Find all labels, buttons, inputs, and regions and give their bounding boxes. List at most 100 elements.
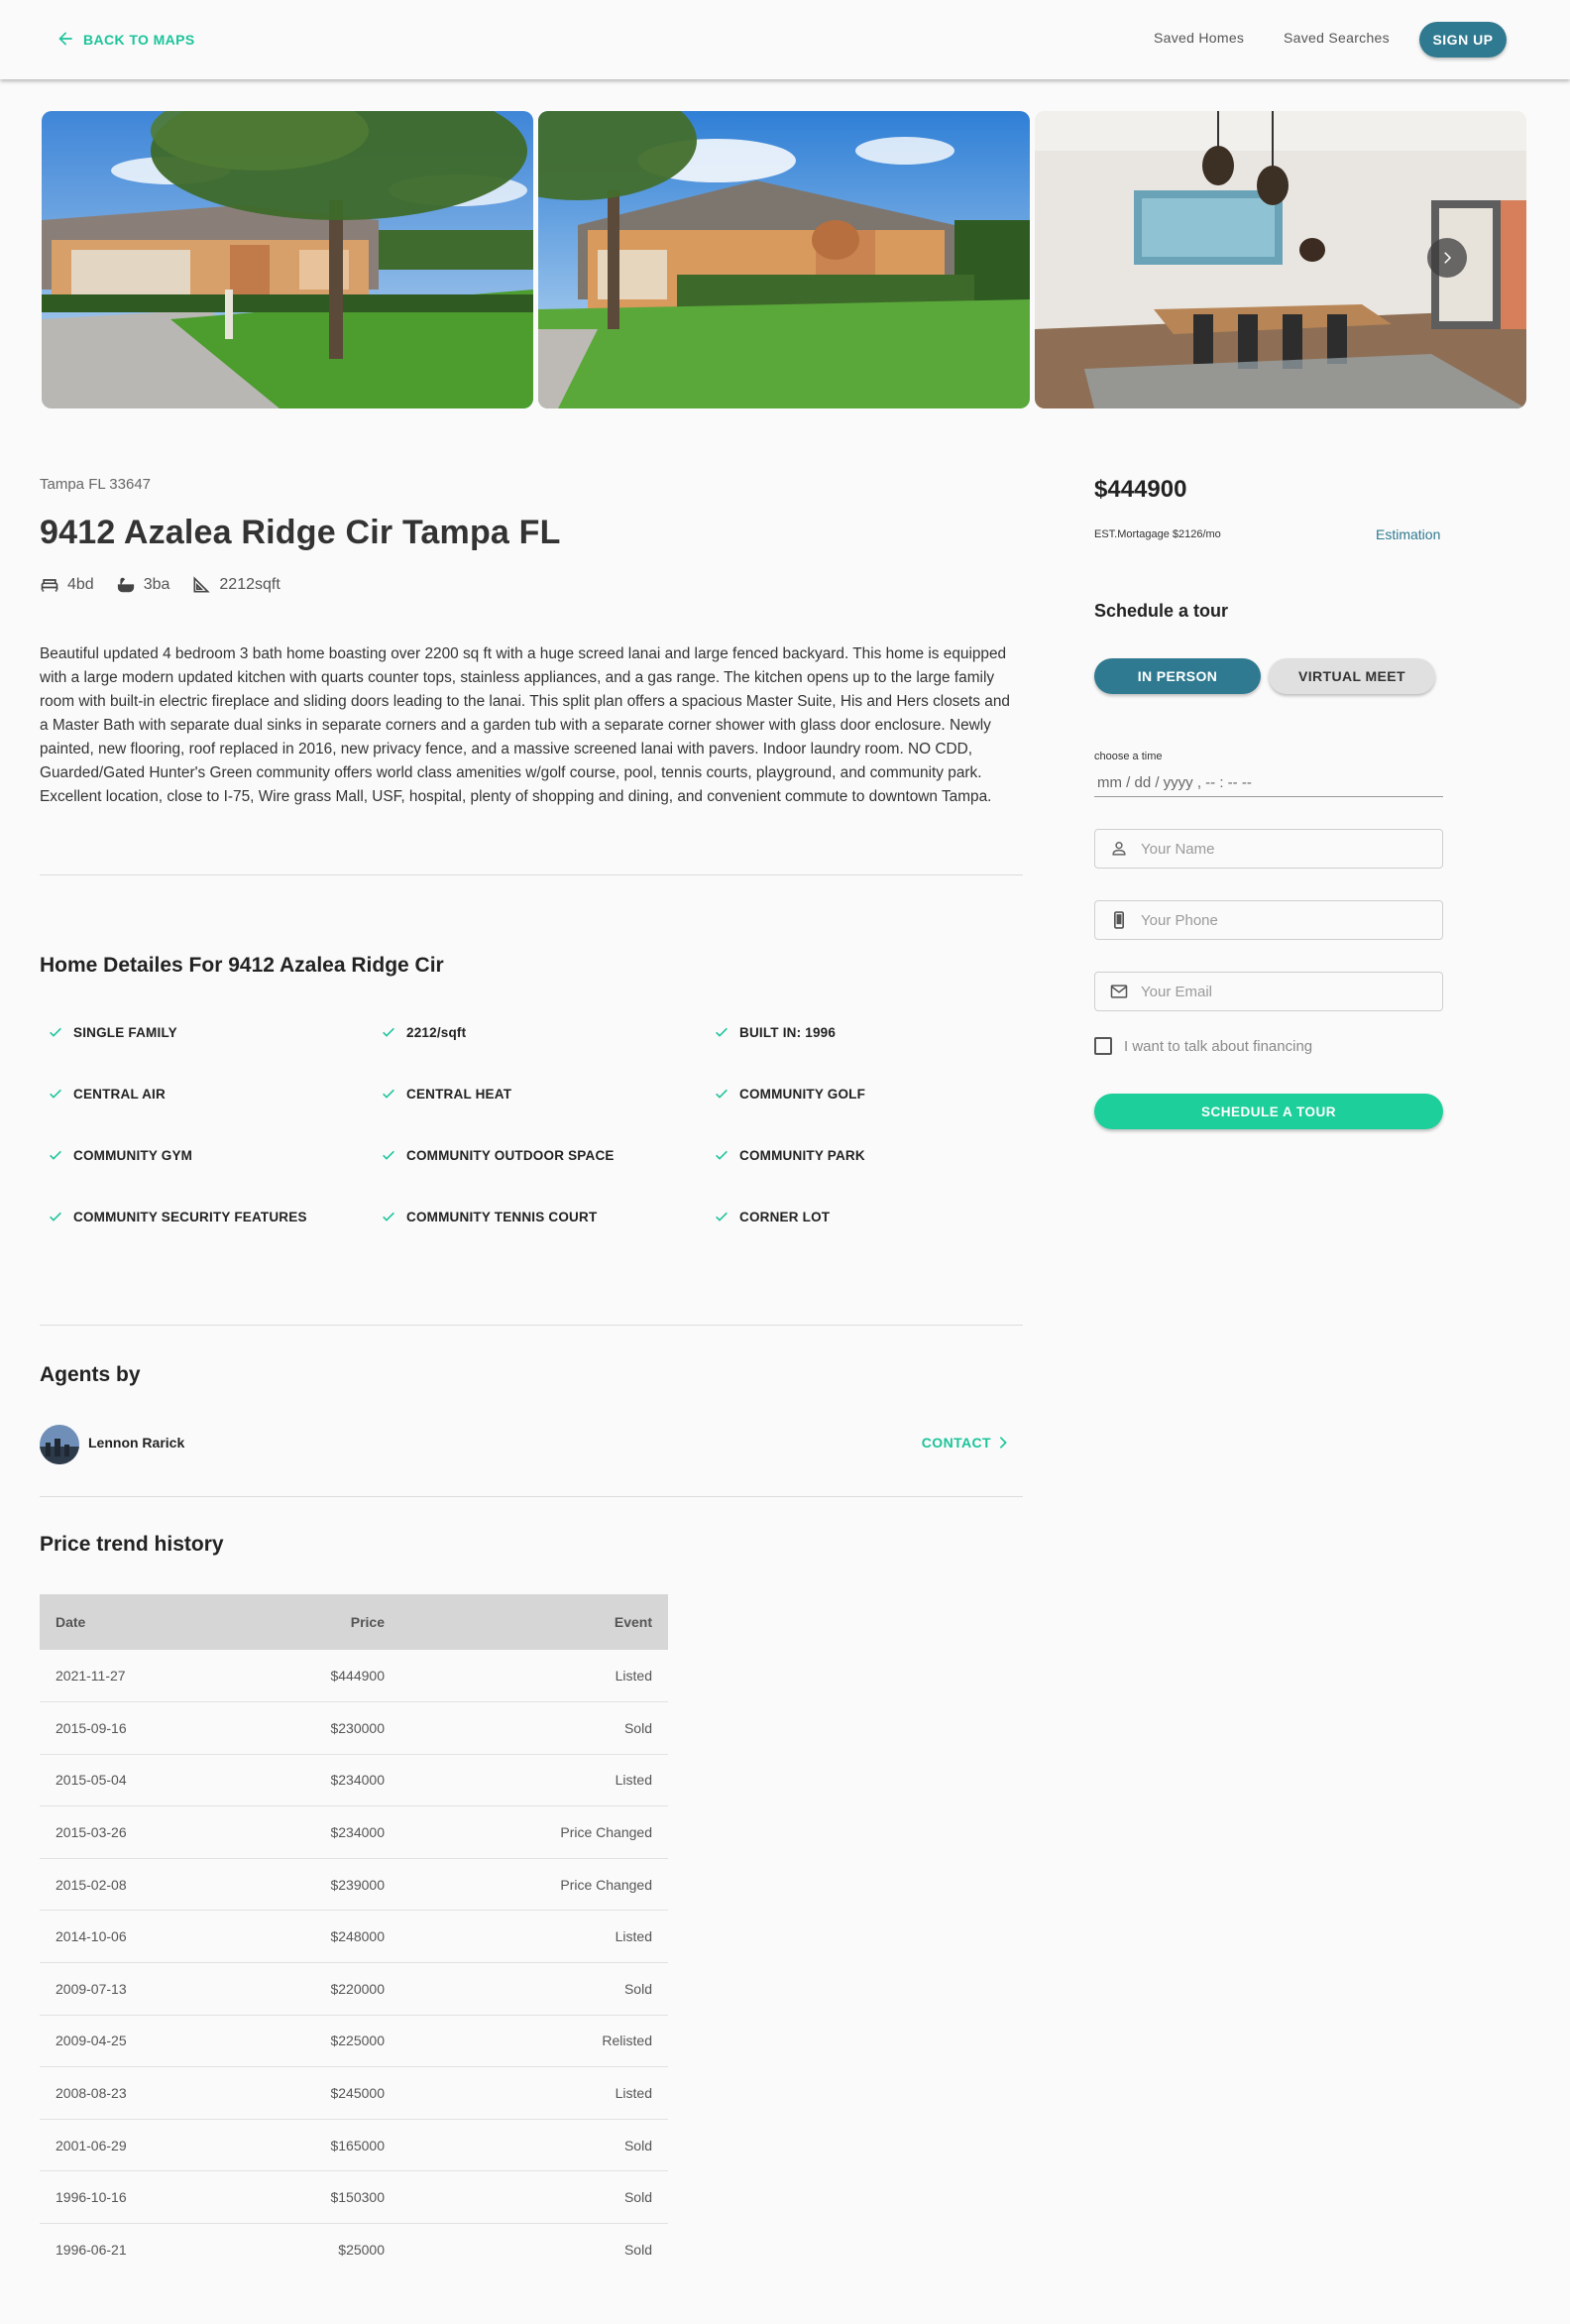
email-placeholder: Your Email (1141, 983, 1212, 1000)
financing-checkbox[interactable] (1094, 1037, 1112, 1055)
check-icon (381, 1147, 396, 1163)
divider (40, 874, 1023, 875)
phone-field[interactable]: Your Phone (1094, 900, 1443, 940)
table-row: 2009-04-25 $225000 Relisted (40, 2015, 668, 2067)
table-row: 1996-10-16 $150300 Sold (40, 2171, 668, 2224)
feature-item: CENTRAL HEAT (381, 1083, 714, 1104)
financing-option: I want to talk about financing (1094, 1037, 1312, 1055)
estimation-link[interactable]: Estimation (1376, 526, 1440, 542)
feature-item: CORNER LOT (714, 1206, 1047, 1227)
area-spec: 2212sqft (191, 575, 280, 595)
time-label: choose a time (1094, 751, 1163, 762)
nav-saved-homes[interactable]: Saved Homes (1154, 30, 1244, 46)
table-row: 2009-07-13 $220000 Sold (40, 1963, 668, 2016)
table-row: 2021-11-27 $444900 Listed (40, 1650, 668, 1702)
table-row: 2015-02-08 $239000 Price Changed (40, 1858, 668, 1911)
feature-label: COMMUNITY PARK (739, 1147, 865, 1163)
area-label: 2212sqft (219, 576, 280, 593)
contact-agent-link[interactable]: CONTACT (922, 1435, 1011, 1451)
virtual-meet-button[interactable]: VIRTUAL MEET (1269, 658, 1435, 694)
feature-item: 2212/sqft (381, 1021, 714, 1043)
financing-label: I want to talk about financing (1124, 1037, 1313, 1055)
history-price: $248000 (330, 1928, 385, 1945)
check-icon (381, 1209, 396, 1224)
gallery-next-button[interactable] (1427, 238, 1467, 278)
history-date: 1996-06-21 (56, 2242, 127, 2259)
agent-name: Lennon Rarick (88, 1435, 185, 1451)
history-date: 2015-03-26 (56, 1824, 127, 1841)
column-header-price: Price (350, 1614, 385, 1630)
datetime-input[interactable]: mm / dd / yyyy , -- : -- -- (1094, 769, 1443, 797)
nav-saved-searches[interactable]: Saved Searches (1284, 30, 1390, 46)
table-row: 2001-06-29 $165000 Sold (40, 2119, 668, 2171)
feature-label: SINGLE FAMILY (73, 1024, 177, 1040)
avatar (40, 1425, 79, 1464)
agent-row: Lennon Rarick CONTACT (40, 1423, 1023, 1464)
check-icon (714, 1147, 729, 1163)
history-price: $239000 (330, 1876, 385, 1893)
table-row: 2015-05-04 $234000 Listed (40, 1754, 668, 1806)
feature-item: COMMUNITY GYM (48, 1144, 381, 1166)
history-date: 2015-05-04 (56, 1772, 127, 1789)
check-icon (714, 1209, 729, 1224)
sign-up-button[interactable]: SIGN UP (1419, 22, 1507, 58)
price-history-table: Date Price Event 2021-11-27 $444900 Listed… (40, 1594, 668, 2275)
check-icon (714, 1086, 729, 1102)
bath-icon (116, 575, 136, 595)
feature-label: CENTRAL HEAT (406, 1086, 512, 1102)
history-price: $245000 (330, 2085, 385, 2102)
feature-item: COMMUNITY OUTDOOR SPACE (381, 1144, 714, 1166)
table-row: 2008-08-23 $245000 Listed (40, 2067, 668, 2120)
home-details-list: SINGLE FAMILY 2212/sqft BUILT IN: 1996 CENT… (48, 1021, 1039, 1227)
history-event: Sold (623, 1980, 652, 1997)
house-photo-side[interactable] (538, 111, 1030, 408)
person-icon (1109, 839, 1129, 859)
history-event: Listed (615, 1928, 652, 1945)
check-icon (48, 1209, 63, 1224)
price-history-title: Price trend history (40, 1533, 224, 1556)
history-date: 2009-07-13 (56, 1980, 127, 1997)
history-price: $234000 (330, 1772, 385, 1789)
history-event: Listed (615, 1772, 652, 1789)
feature-label: 2212/sqft (406, 1024, 467, 1040)
history-event: Relisted (602, 2033, 652, 2049)
ruler-icon (191, 575, 211, 595)
column-header-date: Date (56, 1614, 86, 1630)
house-photo-front[interactable] (42, 111, 533, 408)
estimated-mortgage: EST.Mortagage $2126/mo (1094, 528, 1221, 540)
back-to-maps-link[interactable]: BACK TO MAPS (56, 28, 195, 52)
schedule-tour-button[interactable]: SCHEDULE A TOUR (1094, 1094, 1443, 1129)
agents-title: Agents by (40, 1363, 141, 1386)
table-row: 2014-10-06 $248000 Listed (40, 1911, 668, 1963)
divider (40, 1325, 1023, 1326)
table-row: 2015-09-16 $230000 Sold (40, 1702, 668, 1755)
property-title: 9412 Azalea Ridge Cir Tampa FL (40, 514, 561, 551)
history-date: 2021-11-27 (56, 1668, 126, 1685)
history-date: 1996-10-16 (56, 2189, 127, 2206)
check-icon (381, 1024, 396, 1040)
contact-label: CONTACT (921, 1435, 991, 1451)
name-field[interactable]: Your Name (1094, 829, 1443, 869)
history-event: Sold (623, 2242, 652, 2259)
mail-icon (1109, 982, 1129, 1001)
feature-item: COMMUNITY TENNIS COURT (381, 1206, 714, 1227)
baths-label: 3ba (143, 576, 170, 593)
check-icon (48, 1024, 63, 1040)
history-date: 2001-06-29 (56, 2137, 127, 2153)
beds-spec: 4bd (40, 575, 94, 595)
listing-price: $444900 (1094, 476, 1187, 503)
email-field[interactable]: Your Email (1094, 972, 1443, 1011)
feature-label: BUILT IN: 1996 (739, 1024, 837, 1040)
feature-item: SINGLE FAMILY (48, 1021, 381, 1043)
history-date: 2015-09-16 (56, 1719, 127, 1736)
feature-label: COMMUNITY GOLF (739, 1086, 866, 1102)
history-event: Listed (615, 2085, 652, 2102)
history-event: Listed (615, 1668, 652, 1685)
check-icon (714, 1024, 729, 1040)
in-person-button[interactable]: IN PERSON (1094, 658, 1261, 694)
history-date: 2014-10-06 (56, 1928, 127, 1945)
top-bar: BACK TO MAPS Saved Homes Saved Searches … (0, 0, 1570, 79)
check-icon (48, 1147, 63, 1163)
name-placeholder: Your Name (1141, 840, 1215, 858)
home-details-title: Home Detailes For 9412 Azalea Ridge Cir (40, 954, 444, 977)
